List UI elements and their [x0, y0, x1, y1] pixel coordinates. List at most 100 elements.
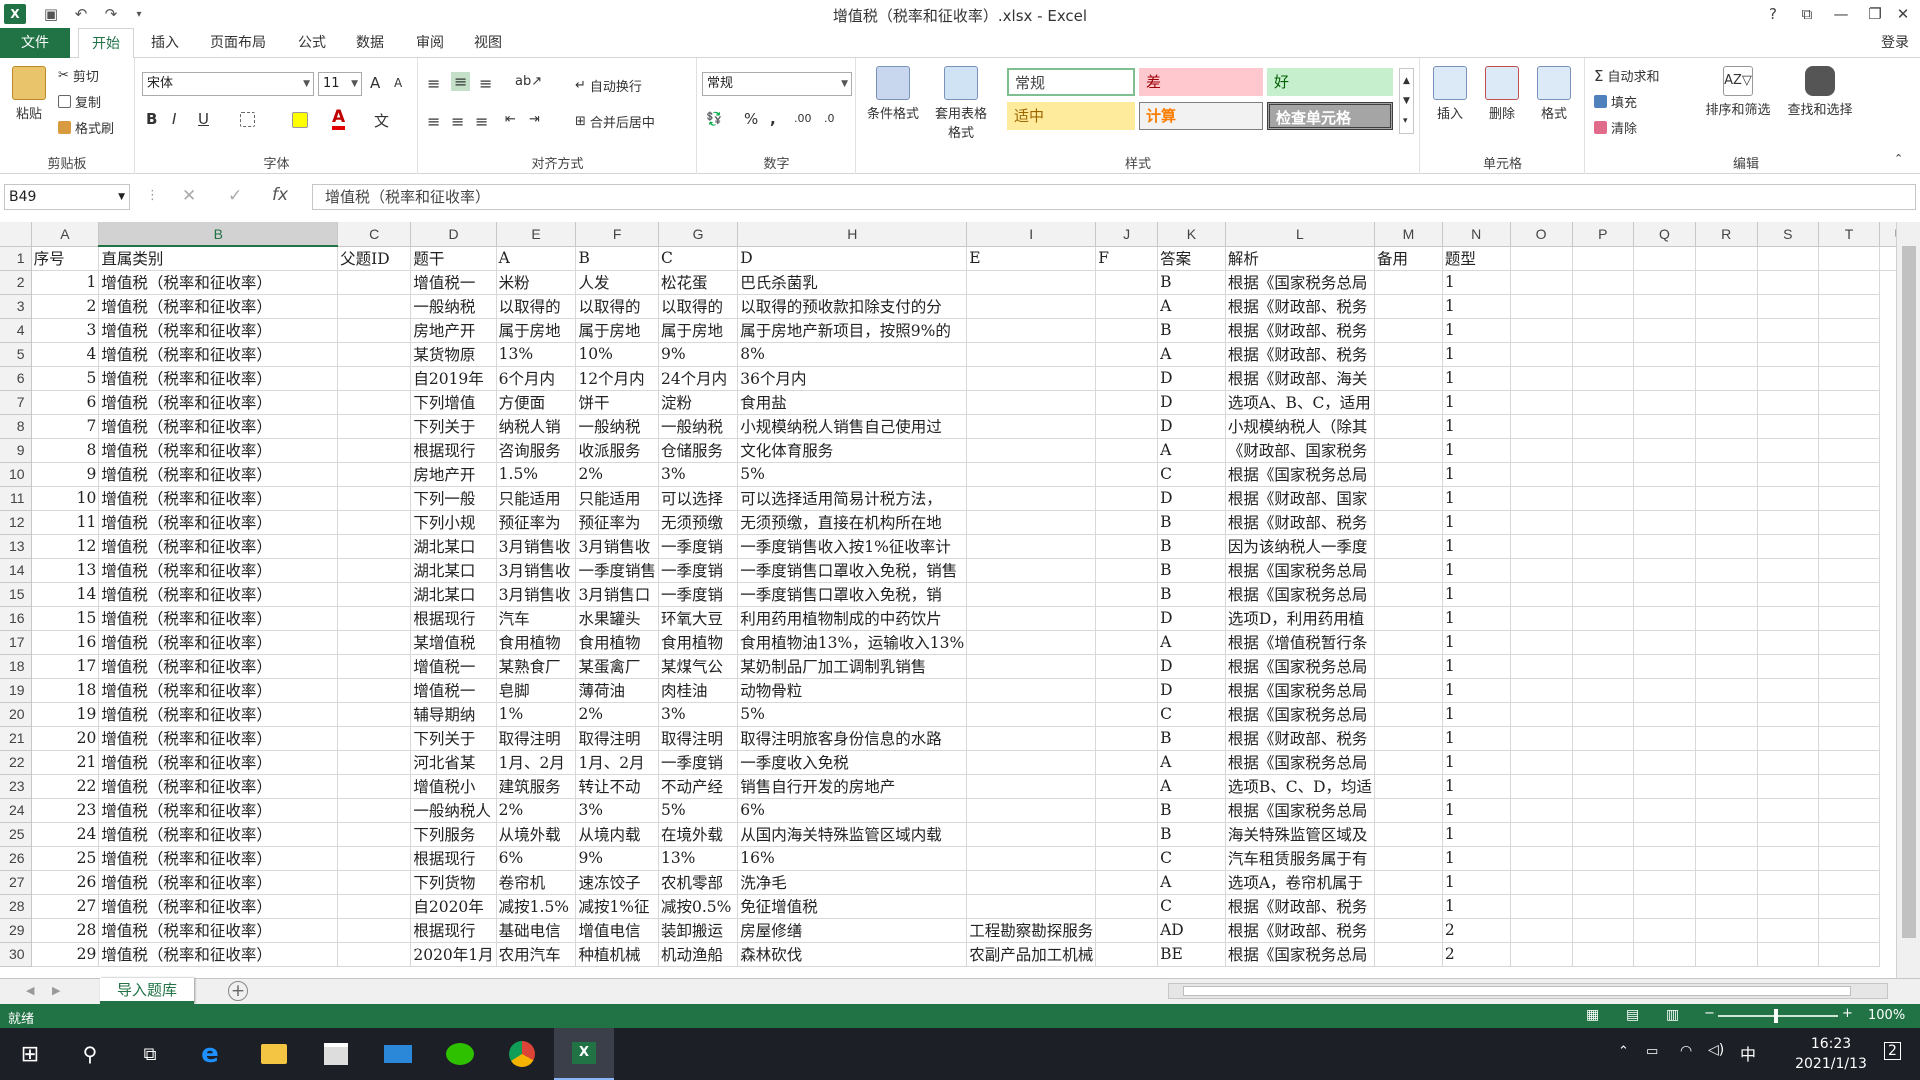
cell-g19[interactable]: 肉桂油	[658, 678, 739, 703]
cell-q25[interactable]	[1633, 822, 1696, 847]
row-header[interactable]: 26	[0, 846, 32, 871]
cell-c6[interactable]	[337, 366, 412, 391]
cell-f23[interactable]: 转让不动	[575, 774, 659, 799]
cell-s17[interactable]	[1757, 630, 1819, 655]
format-cells-button[interactable]: 格式	[1531, 66, 1577, 122]
tab-file[interactable]: 文件	[0, 28, 70, 58]
cell-s6[interactable]	[1757, 366, 1819, 391]
cell-e23[interactable]: 建筑服务	[496, 774, 577, 799]
cell-m30[interactable]	[1374, 942, 1443, 967]
cell-i10[interactable]	[966, 462, 1097, 487]
cell-q24[interactable]	[1633, 798, 1696, 823]
cell-j27[interactable]	[1095, 870, 1159, 895]
align-center-icon[interactable]: ≡	[451, 112, 464, 131]
cell-d22[interactable]: 河北省某	[410, 750, 497, 775]
cell-o26[interactable]	[1510, 846, 1573, 871]
cell-n9[interactable]: 1	[1442, 438, 1511, 463]
cell-s29[interactable]	[1757, 918, 1819, 943]
cell-m4[interactable]	[1374, 318, 1443, 343]
cell-h24[interactable]: 6%	[737, 798, 968, 823]
cell-g26[interactable]: 13%	[658, 846, 739, 871]
cell-e19[interactable]: 皂脚	[496, 678, 577, 703]
cell-f27[interactable]: 速冻饺子	[575, 870, 659, 895]
cell-l30[interactable]: 根据《国家税务总局	[1225, 942, 1376, 967]
cell-i29[interactable]: 工程勘察勘探服务	[966, 918, 1097, 943]
cell-j17[interactable]	[1095, 630, 1159, 655]
cell-p15[interactable]	[1572, 582, 1634, 607]
column-header-l[interactable]: L	[1225, 222, 1376, 247]
cell-f26[interactable]: 9%	[575, 846, 659, 871]
cell-d6[interactable]: 自2019年	[410, 366, 497, 391]
cancel-icon[interactable]: ✕	[182, 186, 196, 206]
cell-p5[interactable]	[1572, 342, 1634, 367]
cell-r7[interactable]	[1695, 390, 1758, 415]
paste-button[interactable]: 粘贴	[6, 66, 52, 122]
cell-c15[interactable]	[337, 582, 412, 607]
cell-e5[interactable]: 13%	[496, 342, 577, 367]
cell-c13[interactable]	[337, 534, 412, 559]
cell-f20[interactable]: 2%	[575, 702, 659, 727]
column-header-s[interactable]: S	[1757, 222, 1819, 247]
cell-s5[interactable]	[1757, 342, 1819, 367]
column-header-f[interactable]: F	[575, 222, 659, 247]
cell-r24[interactable]	[1695, 798, 1758, 823]
cell-l18[interactable]: 根据《国家税务总局	[1225, 654, 1376, 679]
cell-r2[interactable]	[1695, 270, 1758, 295]
cell-f9[interactable]: 收派服务	[575, 438, 659, 463]
column-header-q[interactable]: Q	[1633, 222, 1696, 247]
cell-g13[interactable]: 一季度销	[658, 534, 739, 559]
cell-m12[interactable]	[1374, 510, 1443, 535]
cell-j23[interactable]	[1095, 774, 1159, 799]
cell-j29[interactable]	[1095, 918, 1159, 943]
cell-q14[interactable]	[1633, 558, 1696, 583]
cell-e22[interactable]: 1月、2月	[496, 750, 577, 775]
cell-n8[interactable]: 1	[1442, 414, 1511, 439]
cell-r13[interactable]	[1695, 534, 1758, 559]
cell-l11[interactable]: 根据《财政部、国家	[1225, 486, 1376, 511]
name-box[interactable]: B49 ▼	[4, 184, 130, 210]
cell-j8[interactable]	[1095, 414, 1159, 439]
font-color-button[interactable]: A	[332, 108, 346, 130]
cell-k9[interactable]: A	[1157, 438, 1226, 463]
cell-a9[interactable]: 8	[31, 438, 100, 463]
cell-a14[interactable]: 13	[31, 558, 100, 583]
cell-l29[interactable]: 根据《财政部、税务	[1225, 918, 1376, 943]
edge-icon[interactable]: e	[180, 1028, 240, 1080]
cell-j6[interactable]	[1095, 366, 1159, 391]
delete-cells-button[interactable]: 删除	[1479, 66, 1525, 122]
cell-g1[interactable]: C	[658, 246, 739, 271]
cell-q28[interactable]	[1633, 894, 1696, 919]
cell-a28[interactable]: 27	[31, 894, 100, 919]
cell-q6[interactable]	[1633, 366, 1696, 391]
cell-t21[interactable]	[1818, 726, 1881, 751]
next-sheet-icon[interactable]: ▶	[52, 984, 60, 997]
cell-j19[interactable]	[1095, 678, 1159, 703]
cell-s9[interactable]	[1757, 438, 1819, 463]
cell-f6[interactable]: 12个月内	[575, 366, 659, 391]
cell-m10[interactable]	[1374, 462, 1443, 487]
cell-j22[interactable]	[1095, 750, 1159, 775]
cell-i30[interactable]: 农副产品加工机械	[966, 942, 1097, 967]
number-format-select[interactable]: 常规 ▼	[702, 72, 852, 96]
cell-i14[interactable]	[966, 558, 1097, 583]
cell-f21[interactable]: 取得注明	[575, 726, 659, 751]
cell-g24[interactable]: 5%	[658, 798, 739, 823]
cell-t14[interactable]	[1818, 558, 1881, 583]
ribbon-display-icon[interactable]: ⧉	[1790, 0, 1824, 28]
column-header-p[interactable]: P	[1572, 222, 1634, 247]
cell-k20[interactable]: C	[1157, 702, 1226, 727]
row-header[interactable]: 28	[0, 894, 32, 919]
cell-d17[interactable]: 某增值税	[410, 630, 497, 655]
cell-p23[interactable]	[1572, 774, 1634, 799]
cell-h12[interactable]: 无须预缴，直接在机构所在地	[737, 510, 968, 535]
cell-r5[interactable]	[1695, 342, 1758, 367]
cell-j2[interactable]	[1095, 270, 1159, 295]
style-neutral[interactable]: 适中	[1007, 102, 1135, 130]
cell-k11[interactable]: D	[1157, 486, 1226, 511]
cell-k22[interactable]: A	[1157, 750, 1226, 775]
cell-e21[interactable]: 取得注明	[496, 726, 577, 751]
cell-h15[interactable]: 一季度销售口罩收入免税，销	[737, 582, 968, 607]
cell-a12[interactable]: 11	[31, 510, 100, 535]
cell-e25[interactable]: 从境外载	[496, 822, 577, 847]
cell-i2[interactable]	[966, 270, 1097, 295]
